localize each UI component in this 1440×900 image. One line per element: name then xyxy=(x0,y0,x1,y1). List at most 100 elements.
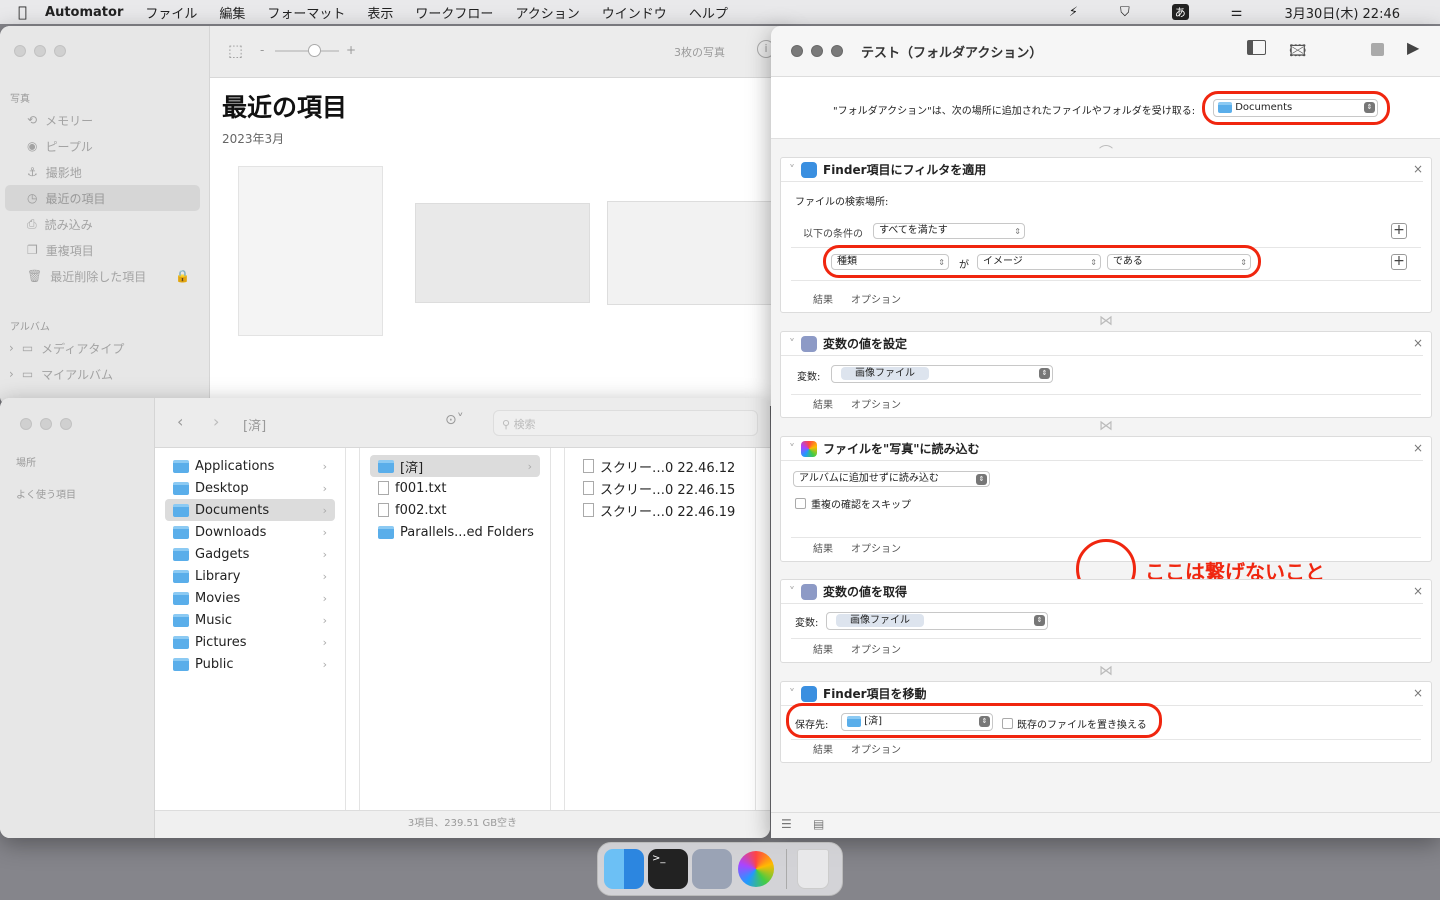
menu-file[interactable]: ファイル xyxy=(145,3,197,22)
add-criteria-button[interactable]: + xyxy=(1391,254,1407,270)
sidebar-item-deleted[interactable]: 🗑 最近削除した項目 🔒 xyxy=(5,263,200,289)
file-list-item[interactable]: Parallels...ed Folders › xyxy=(370,521,540,543)
photo-thumbnail[interactable] xyxy=(607,201,777,305)
variable-select[interactable]: 画像ファイル ⇕ xyxy=(831,365,1053,383)
checkbox[interactable] xyxy=(795,498,806,509)
file-list-item[interactable]: Library › xyxy=(165,565,335,587)
menu-view[interactable]: 表示 xyxy=(367,3,393,22)
results-tab[interactable]: 結果 xyxy=(813,291,833,306)
photo-thumbnail[interactable] xyxy=(238,166,383,336)
chevron-right-icon[interactable]: › xyxy=(9,341,14,355)
media-icon[interactable]: 🖾 xyxy=(1289,40,1306,67)
shield-icon[interactable]: ⛉ xyxy=(1120,5,1130,20)
stop-button[interactable] xyxy=(1371,43,1384,56)
sidebar-item-people[interactable]: ◉ ピープル xyxy=(5,133,200,159)
disclosure-icon[interactable]: ˅ xyxy=(789,337,795,351)
sidebar-item-duplicates[interactable]: ❐ 重複項目 xyxy=(5,237,200,263)
column-divider[interactable] xyxy=(550,448,565,810)
window-controls[interactable] xyxy=(791,45,843,57)
close-icon[interactable]: × xyxy=(1413,441,1423,455)
control-center-icon[interactable]: ⚌ xyxy=(1231,5,1243,20)
options-tab[interactable]: オプション xyxy=(851,396,901,411)
automator-dock-icon[interactable] xyxy=(692,849,732,889)
menu-action[interactable]: アクション xyxy=(515,3,579,22)
results-tab[interactable]: 結果 xyxy=(813,540,833,555)
sidebar-item-places[interactable]: ⚓ 撮影地 xyxy=(5,159,200,185)
sidebar-item-media-types[interactable]: › ▭ メディアタイプ xyxy=(5,335,200,361)
results-tab[interactable]: 結果 xyxy=(813,396,833,411)
clock[interactable]: 3月30日(木) 22:46 xyxy=(1284,3,1400,22)
variables-view-icon[interactable]: ▤ xyxy=(813,817,824,831)
file-list-item[interactable]: Documents › xyxy=(165,499,335,521)
column-divider[interactable] xyxy=(755,448,770,810)
forward-button[interactable]: › xyxy=(213,412,219,431)
run-button[interactable]: ▶ xyxy=(1407,38,1419,57)
results-tab[interactable]: 結果 xyxy=(813,641,833,656)
options-tab[interactable]: オプション xyxy=(851,641,901,656)
condition-match-select[interactable]: すべてを満たす ⇕ xyxy=(873,223,1025,239)
file-list-item[interactable]: f002.txt xyxy=(370,499,540,521)
apple-icon[interactable]:  xyxy=(18,3,27,21)
add-condition-button[interactable]: + xyxy=(1391,223,1407,239)
log-list-icon[interactable]: ☰ xyxy=(781,817,792,831)
zoom-in-button[interactable]: + xyxy=(346,43,356,57)
input-method-icon[interactable]: あ xyxy=(1171,4,1189,20)
file-list-item[interactable]: f001.txt xyxy=(370,477,540,499)
trash-dock-icon[interactable] xyxy=(797,849,829,889)
terminal-dock-icon[interactable]: >_ xyxy=(648,849,688,889)
file-list-item[interactable]: スクリー…0 22.46.15 xyxy=(575,477,755,499)
file-list-item[interactable]: Downloads › xyxy=(165,521,335,543)
action-get-variable[interactable]: ˅ 変数の値を取得 × 変数: 画像ファイル ⇕ 結果 オプション xyxy=(780,579,1432,663)
chevron-right-icon[interactable]: › xyxy=(9,367,14,381)
file-list-item[interactable]: スクリー…0 22.46.19 xyxy=(575,499,755,521)
photo-thumbnail[interactable] xyxy=(415,203,590,303)
sidebar-item-recents[interactable]: ◷ 最近の項目 xyxy=(5,185,200,211)
menu-window[interactable]: ウインドウ xyxy=(602,3,667,22)
column-divider[interactable] xyxy=(345,448,360,810)
disclosure-icon[interactable]: ˅ xyxy=(789,687,795,701)
options-tab[interactable]: オプション xyxy=(851,741,901,756)
file-list-item[interactable]: Pictures › xyxy=(165,631,335,653)
file-list-item[interactable]: Desktop › xyxy=(165,477,335,499)
options-tab[interactable]: オプション xyxy=(851,540,901,555)
close-icon[interactable]: × xyxy=(1413,686,1423,700)
library-toggle-icon[interactable] xyxy=(1247,40,1266,55)
action-filter-finder-items[interactable]: ˅ Finder項目にフィルタを適用 × ファイルの検索場所: 以下の条件の すべて… xyxy=(780,157,1432,313)
options-tab[interactable]: オプション xyxy=(851,291,901,306)
back-button[interactable]: ‹ xyxy=(177,412,183,431)
menu-edit[interactable]: 編集 xyxy=(219,3,245,22)
disclosure-icon[interactable]: ˅ xyxy=(789,442,795,456)
file-list-item[interactable]: Applications › xyxy=(165,455,335,477)
parallels-icon[interactable]: ⚡ xyxy=(1069,5,1078,20)
menu-format[interactable]: フォーマット xyxy=(267,3,345,22)
search-input[interactable]: ⚲ 検索 xyxy=(493,410,758,436)
zoom-out-button[interactable]: - xyxy=(260,43,264,57)
file-list-item[interactable]: スクリー…0 22.46.12 xyxy=(575,455,755,477)
menu-app[interactable]: Automator xyxy=(45,5,123,20)
close-icon[interactable]: × xyxy=(1413,336,1423,350)
file-list-item[interactable]: Movies › xyxy=(165,587,335,609)
file-list-item[interactable]: Music › xyxy=(165,609,335,631)
finder-dock-icon[interactable] xyxy=(604,849,644,889)
file-list-item[interactable]: Public › xyxy=(165,653,335,675)
menu-help[interactable]: ヘルプ xyxy=(689,3,728,22)
disclosure-icon[interactable]: ˅ xyxy=(789,163,795,177)
close-icon[interactable]: × xyxy=(1413,584,1423,598)
file-list-item[interactable]: [済] › xyxy=(370,455,540,477)
sidebar-item-memories[interactable]: ⟲ メモリー xyxy=(5,107,200,133)
zoom-slider[interactable] xyxy=(275,44,339,57)
close-icon[interactable]: × xyxy=(1413,162,1423,176)
import-mode-select[interactable]: アルバムに追加せずに読み込む ⇕ xyxy=(793,471,990,487)
file-list-item[interactable]: Gadgets › xyxy=(165,543,335,565)
sidebar-item-my-albums[interactable]: › ▭ マイアルバム xyxy=(5,361,200,387)
menu-workflow[interactable]: ワークフロー xyxy=(415,3,493,22)
disclosure-icon[interactable]: ˅ xyxy=(789,585,795,599)
photos-dock-icon[interactable] xyxy=(738,851,774,887)
sidebar-item-imports[interactable]: ⎙ 読み込み xyxy=(5,211,200,237)
more-options-icon[interactable]: ⊙˅ xyxy=(445,412,464,428)
results-tab[interactable]: 結果 xyxy=(813,741,833,756)
variable-select[interactable]: 画像ファイル ⇕ xyxy=(826,612,1048,630)
window-controls[interactable] xyxy=(20,418,72,430)
skip-duplicates-checkbox[interactable]: 重複の確認をスキップ xyxy=(795,496,911,511)
window-controls[interactable] xyxy=(14,45,66,57)
